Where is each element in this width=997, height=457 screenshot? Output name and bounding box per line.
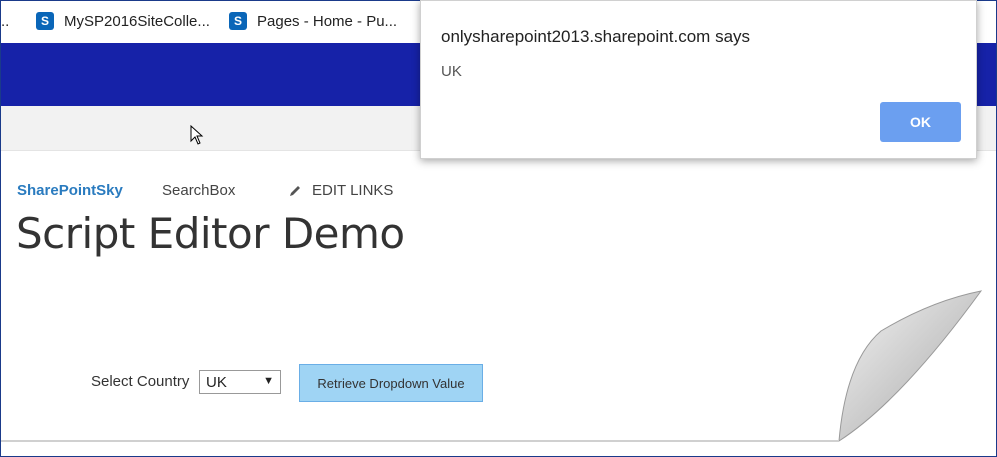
nav-link-searchbox[interactable]: SearchBox [162,182,235,199]
top-nav: SharePointSky SearchBox EDIT LINKS [17,182,393,199]
pencil-icon [290,185,300,196]
country-select[interactable]: UK ▼ [199,370,281,394]
edit-links-label: EDIT LINKS [312,182,394,199]
page-title: Script Editor Demo [16,209,405,258]
nav-link-home[interactable]: SharePointSky [17,182,123,199]
bookmark-overflow[interactable]: .. [1,10,9,32]
sharepoint-icon: S [229,12,247,30]
mouse-cursor-icon [190,125,204,145]
alert-dialog: onlysharepoint2013.sharepoint.com says U… [420,0,977,159]
bookmark-mysp2016[interactable]: S MySP2016SiteColle... [36,10,210,32]
alert-message: UK [441,63,462,80]
ok-button[interactable]: OK [880,102,961,142]
bookmark-pages-home[interactable]: S Pages - Home - Pu... [229,10,397,32]
bookmark-label: MySP2016SiteColle... [64,12,210,30]
retrieve-dropdown-button[interactable]: Retrieve Dropdown Value [299,364,483,402]
alert-title: onlysharepoint2013.sharepoint.com says [441,27,751,46]
sharepoint-icon: S [36,12,54,30]
bookmark-label: Pages - Home - Pu... [257,12,398,30]
country-select-value: UK [206,374,227,391]
dropdown-arrow-icon: ▼ [263,375,274,387]
select-country-label: Select Country [91,373,190,390]
edit-links-button[interactable]: EDIT LINKS [288,182,393,199]
